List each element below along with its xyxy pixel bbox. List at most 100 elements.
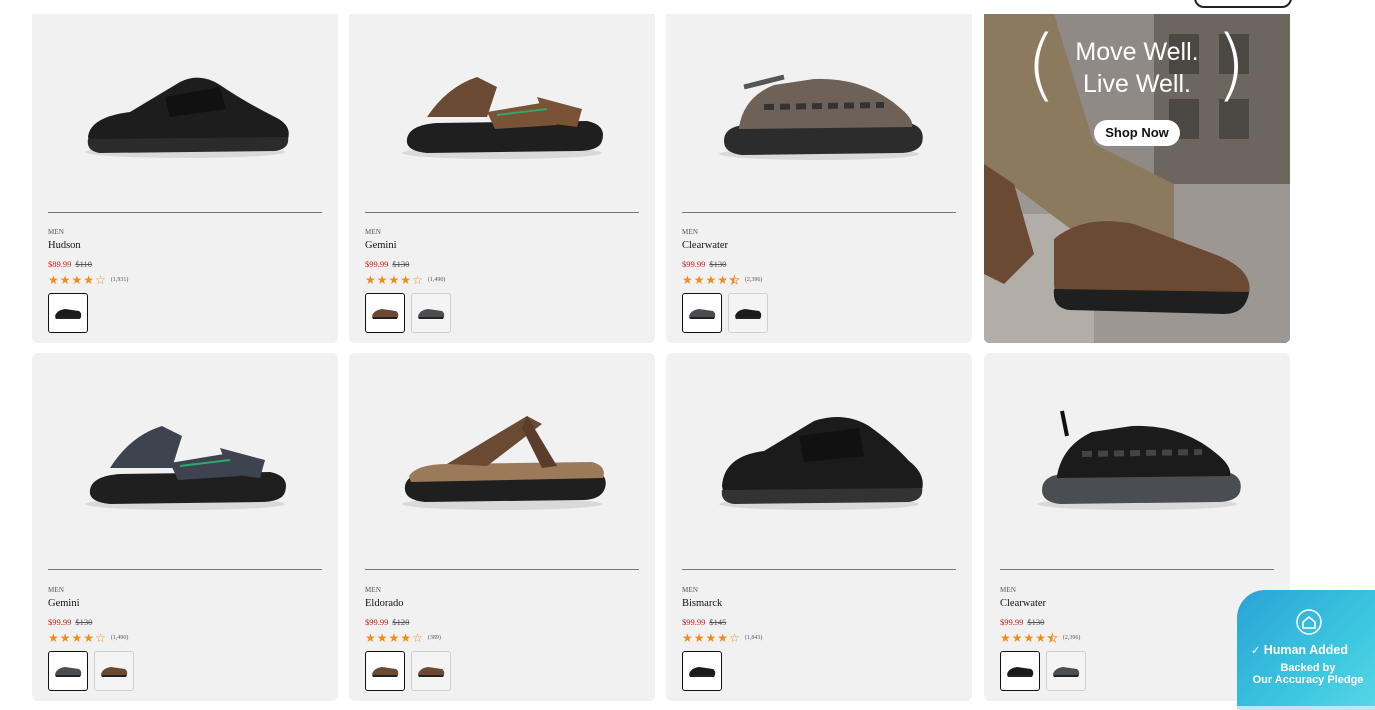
star-empty-icon: ☆ — [95, 273, 106, 287]
star-full-icon: ★ — [48, 631, 59, 645]
star-full-icon: ★ — [59, 631, 71, 645]
star-half-icon: ★ — [729, 273, 740, 287]
shoe-sandal-gray — [85, 426, 286, 510]
gender-label: MEN — [48, 586, 65, 594]
color-swatch-black[interactable] — [728, 293, 768, 333]
product-name[interactable]: Gemini — [365, 239, 639, 253]
color-swatch-black[interactable] — [1000, 651, 1040, 691]
product-image[interactable] — [682, 353, 956, 569]
shoe-mule-black — [85, 77, 289, 158]
original-price: $130 — [1027, 617, 1045, 627]
star-full-icon: ★ — [83, 631, 95, 645]
sale-price: $99.99 — [365, 617, 389, 627]
gender-label: MEN — [682, 228, 699, 236]
star-full-icon: ★ — [365, 273, 376, 287]
review-count: (1,931) — [110, 277, 129, 283]
gender-label: MEN — [48, 228, 65, 236]
original-price: $130 — [392, 259, 410, 269]
star-full-icon: ★ — [59, 273, 71, 287]
star-full-icon: ★ — [1000, 631, 1011, 645]
product-image[interactable] — [48, 14, 322, 210]
sale-price: $99.99 — [365, 259, 389, 269]
product-name[interactable]: Clearwater — [682, 239, 956, 253]
color-swatch-brown[interactable] — [411, 651, 451, 691]
star-full-icon: ★ — [693, 631, 705, 645]
star-full-icon: ★ — [717, 631, 729, 645]
rating-stars: ★★★★☆ (1,490) — [365, 273, 639, 287]
promo-banner[interactable]: ( ) Move Well. Live Well. Shop Now — [984, 14, 1290, 343]
sale-price: $99.99 — [48, 617, 72, 627]
product-image[interactable] — [365, 353, 639, 569]
star-full-icon: ★ — [388, 273, 400, 287]
house-icon — [1295, 608, 1323, 641]
color-swatch-brown[interactable] — [365, 293, 405, 333]
original-price: $145 — [709, 617, 727, 627]
star-full-icon: ★ — [400, 631, 412, 645]
badge-line1: Backed by — [1280, 662, 1336, 674]
sale-price: $99.99 — [682, 617, 706, 627]
color-swatch-gray[interactable] — [411, 293, 451, 333]
gender-label: MEN — [365, 228, 382, 236]
star-full-icon: ★ — [71, 631, 83, 645]
star-full-icon: ★ — [1011, 631, 1023, 645]
shoe-sandal-brown — [402, 77, 603, 159]
color-swatch-black[interactable] — [682, 651, 722, 691]
promo-headline-line2: Live Well. — [1083, 70, 1191, 98]
star-empty-icon: ☆ — [95, 631, 106, 645]
review-count: (2,396) — [744, 277, 763, 283]
star-full-icon: ★ — [388, 631, 400, 645]
shoe-flipflop-brown — [402, 416, 606, 510]
color-swatch-black[interactable] — [48, 293, 88, 333]
product-name[interactable]: Clearwater — [1000, 597, 1274, 611]
rating-stars: ★★★★☆ (1,490) — [48, 631, 322, 645]
color-swatch-gray[interactable] — [682, 293, 722, 333]
color-swatches — [365, 293, 639, 333]
shoe-clearwater-gray — [719, 74, 923, 160]
product-image[interactable] — [365, 14, 639, 210]
human-added-badge[interactable]: ✓ Human Added Backed by Our Accuracy Ple… — [1237, 590, 1375, 710]
review-count: (1,843) — [744, 635, 763, 641]
product-card[interactable]: MEN Hudson $89.99 $110 ★★★★☆ (1,931) — [32, 14, 338, 343]
rating-stars: ★★★★★ (2,396) — [682, 273, 956, 287]
color-swatch-gray[interactable] — [1046, 651, 1086, 691]
review-count: (2,396) — [1062, 635, 1081, 641]
star-full-icon: ★ — [365, 631, 376, 645]
star-full-icon: ★ — [376, 631, 388, 645]
star-full-icon: ★ — [705, 273, 717, 287]
product-card[interactable]: MEN Gemini $99.99 $130 ★★★★☆ (1,490) — [349, 14, 655, 343]
star-full-icon: ★ — [682, 273, 693, 287]
product-name[interactable]: Hudson — [48, 239, 322, 253]
product-card[interactable]: MEN Gemini $99.99 $130 ★★★★☆ (1,490) — [32, 353, 338, 701]
product-image[interactable] — [682, 14, 956, 210]
rating-stars: ★★★★☆ (1,931) — [48, 273, 322, 287]
product-name[interactable]: Bismarck — [682, 597, 956, 611]
star-full-icon: ★ — [717, 273, 729, 287]
star-full-icon: ★ — [376, 273, 388, 287]
top-button[interactable] — [1194, 0, 1292, 8]
shoe-clearwater-black — [1037, 410, 1241, 510]
product-image[interactable] — [48, 353, 322, 569]
star-full-icon: ★ — [83, 273, 95, 287]
promo-headline: Move Well. Live Well. — [984, 36, 1290, 100]
product-image[interactable] — [1000, 353, 1274, 569]
star-full-icon: ★ — [682, 631, 693, 645]
star-full-icon: ★ — [71, 273, 83, 287]
gender-label: MEN — [682, 586, 699, 594]
color-swatch-brown[interactable] — [365, 651, 405, 691]
product-card[interactable]: MEN Clearwater $99.99 $130 ★★★★★ (2,396) — [666, 14, 972, 343]
gender-label: MEN — [1000, 586, 1017, 594]
star-empty-icon: ☆ — [412, 631, 423, 645]
review-count: (1,490) — [110, 635, 129, 641]
check-circle-icon: ✓ — [1251, 644, 1261, 657]
color-swatches — [682, 651, 956, 691]
product-name[interactable]: Eldorado — [365, 597, 639, 611]
color-swatch-brown[interactable] — [94, 651, 134, 691]
product-card[interactable]: MEN Bismarck $99.99 $145 ★★★★☆ (1,843) — [666, 353, 972, 701]
star-empty-icon: ☆ — [729, 631, 740, 645]
color-swatch-gray[interactable] — [48, 651, 88, 691]
product-name[interactable]: Gemini — [48, 597, 322, 611]
shop-now-button[interactable]: Shop Now — [1094, 120, 1180, 146]
star-full-icon: ★ — [1035, 631, 1047, 645]
rating-stars: ★★★★☆ (1,843) — [682, 631, 956, 645]
product-card[interactable]: MEN Eldorado $99.99 $120 ★★★★☆ (389) — [349, 353, 655, 701]
